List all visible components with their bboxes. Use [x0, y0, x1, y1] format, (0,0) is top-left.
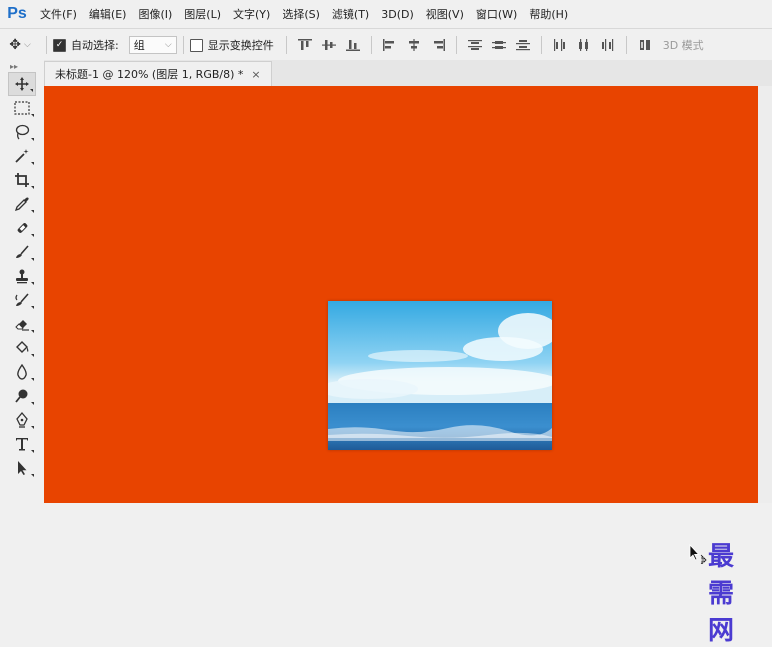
- menu-image[interactable]: 图像(I): [132, 6, 178, 22]
- menu-window[interactable]: 窗口(W): [470, 6, 523, 22]
- menu-type[interactable]: 文字(Y): [227, 6, 276, 22]
- align-bottom-icon[interactable]: [344, 37, 362, 53]
- menu-bar: Ps 文件(F) 编辑(E) 图像(I) 图层(L) 文字(Y) 选择(S) 滤…: [0, 0, 772, 28]
- move-tool-icon[interactable]: [8, 72, 36, 96]
- mode-3d-label: 3D 模式: [662, 39, 704, 52]
- divider: [46, 36, 47, 54]
- move-cursor-icon: [689, 544, 707, 564]
- auto-select-dropdown[interactable]: 组 ⌵: [128, 36, 177, 54]
- align-vertical-center-icon[interactable]: [320, 37, 338, 53]
- document-tab-strip: 未标题-1 @ 120% (图层 1, RGB/8) * ×: [44, 60, 772, 86]
- menu-layer[interactable]: 图层(L): [178, 6, 227, 22]
- distribute-top-icon[interactable]: [466, 37, 484, 53]
- divider: [455, 36, 457, 54]
- history-brush-tool-icon[interactable]: [8, 288, 36, 312]
- divider: [540, 36, 542, 54]
- auto-select-checkbox[interactable]: ✓: [53, 38, 66, 52]
- tool-preset-picker[interactable]: ✥ ⌵: [0, 37, 40, 53]
- eyedropper-tool-icon[interactable]: [8, 192, 36, 216]
- healing-brush-tool-icon[interactable]: [8, 216, 36, 240]
- pen-tool-icon[interactable]: [8, 408, 36, 432]
- divider: [285, 36, 287, 54]
- path-selection-tool-icon[interactable]: [8, 456, 36, 480]
- document-tab[interactable]: 未标题-1 @ 120% (图层 1, RGB/8) * ×: [44, 61, 272, 86]
- divider: [182, 36, 184, 54]
- distribute-horizontal-center-icon[interactable]: [575, 37, 593, 53]
- options-bar: ✥ ⌵ ✓ 自动选择: 组 ⌵ 显示变换控件 3D 模式: [0, 28, 772, 61]
- menu-file[interactable]: 文件(F): [34, 6, 83, 22]
- document-tab-title: 未标题-1 @ 120% (图层 1, RGB/8) *: [55, 68, 244, 81]
- ps-logo: Ps: [7, 5, 27, 22]
- align-horizontal-center-icon[interactable]: [405, 37, 423, 53]
- show-transform-checkbox[interactable]: [189, 38, 203, 52]
- type-tool-icon[interactable]: [8, 432, 36, 456]
- divider: [370, 36, 372, 54]
- panel-grip-icon[interactable]: ▸▸: [0, 60, 44, 72]
- distribute-bottom-icon[interactable]: [514, 37, 532, 53]
- align-left-icon[interactable]: [381, 37, 399, 53]
- close-icon[interactable]: ×: [251, 68, 260, 81]
- vertical-scrollbar[interactable]: [758, 86, 772, 503]
- menu-filter[interactable]: 滤镜(T): [326, 6, 375, 22]
- document-canvas[interactable]: 最需网: [44, 86, 758, 646]
- blur-tool-icon[interactable]: [8, 360, 36, 384]
- chevron-down-icon: ⌵: [23, 40, 31, 50]
- align-top-icon[interactable]: [296, 37, 314, 53]
- distribute-left-icon[interactable]: [551, 37, 569, 53]
- watermark-text: 最需网: [708, 542, 736, 646]
- menu-view[interactable]: 视图(V): [420, 6, 470, 22]
- auto-align-layers-icon[interactable]: [636, 37, 654, 53]
- menu-3d[interactable]: 3D(D): [375, 8, 420, 21]
- brush-tool-icon[interactable]: [8, 240, 36, 264]
- tool-panel: ▸▸: [0, 60, 45, 503]
- distribute-right-icon[interactable]: [599, 37, 617, 53]
- divider: [625, 36, 627, 54]
- move-icon: ✥: [9, 37, 21, 53]
- dodge-tool-icon[interactable]: [8, 384, 36, 408]
- paint-bucket-tool-icon[interactable]: [8, 336, 36, 360]
- show-transform-label: 显示变换控件: [207, 39, 274, 52]
- marquee-tool-icon[interactable]: [8, 96, 36, 120]
- auto-select-value: 组: [133, 39, 145, 52]
- sea-sky-photo-layer[interactable]: [328, 301, 552, 450]
- chevron-down-icon: ⌵: [164, 40, 172, 50]
- menu-select[interactable]: 选择(S): [276, 6, 326, 22]
- auto-select-label: 自动选择:: [71, 39, 119, 52]
- menu-help[interactable]: 帮助(H): [523, 6, 574, 22]
- eraser-tool-icon[interactable]: [8, 312, 36, 336]
- magic-wand-tool-icon[interactable]: [8, 144, 36, 168]
- distribute-vertical-center-icon[interactable]: [490, 37, 508, 53]
- align-right-icon[interactable]: [429, 37, 447, 53]
- crop-tool-icon[interactable]: [8, 168, 36, 192]
- clone-stamp-tool-icon[interactable]: [8, 264, 36, 288]
- lasso-tool-icon[interactable]: [8, 120, 36, 144]
- menu-edit[interactable]: 编辑(E): [83, 6, 133, 22]
